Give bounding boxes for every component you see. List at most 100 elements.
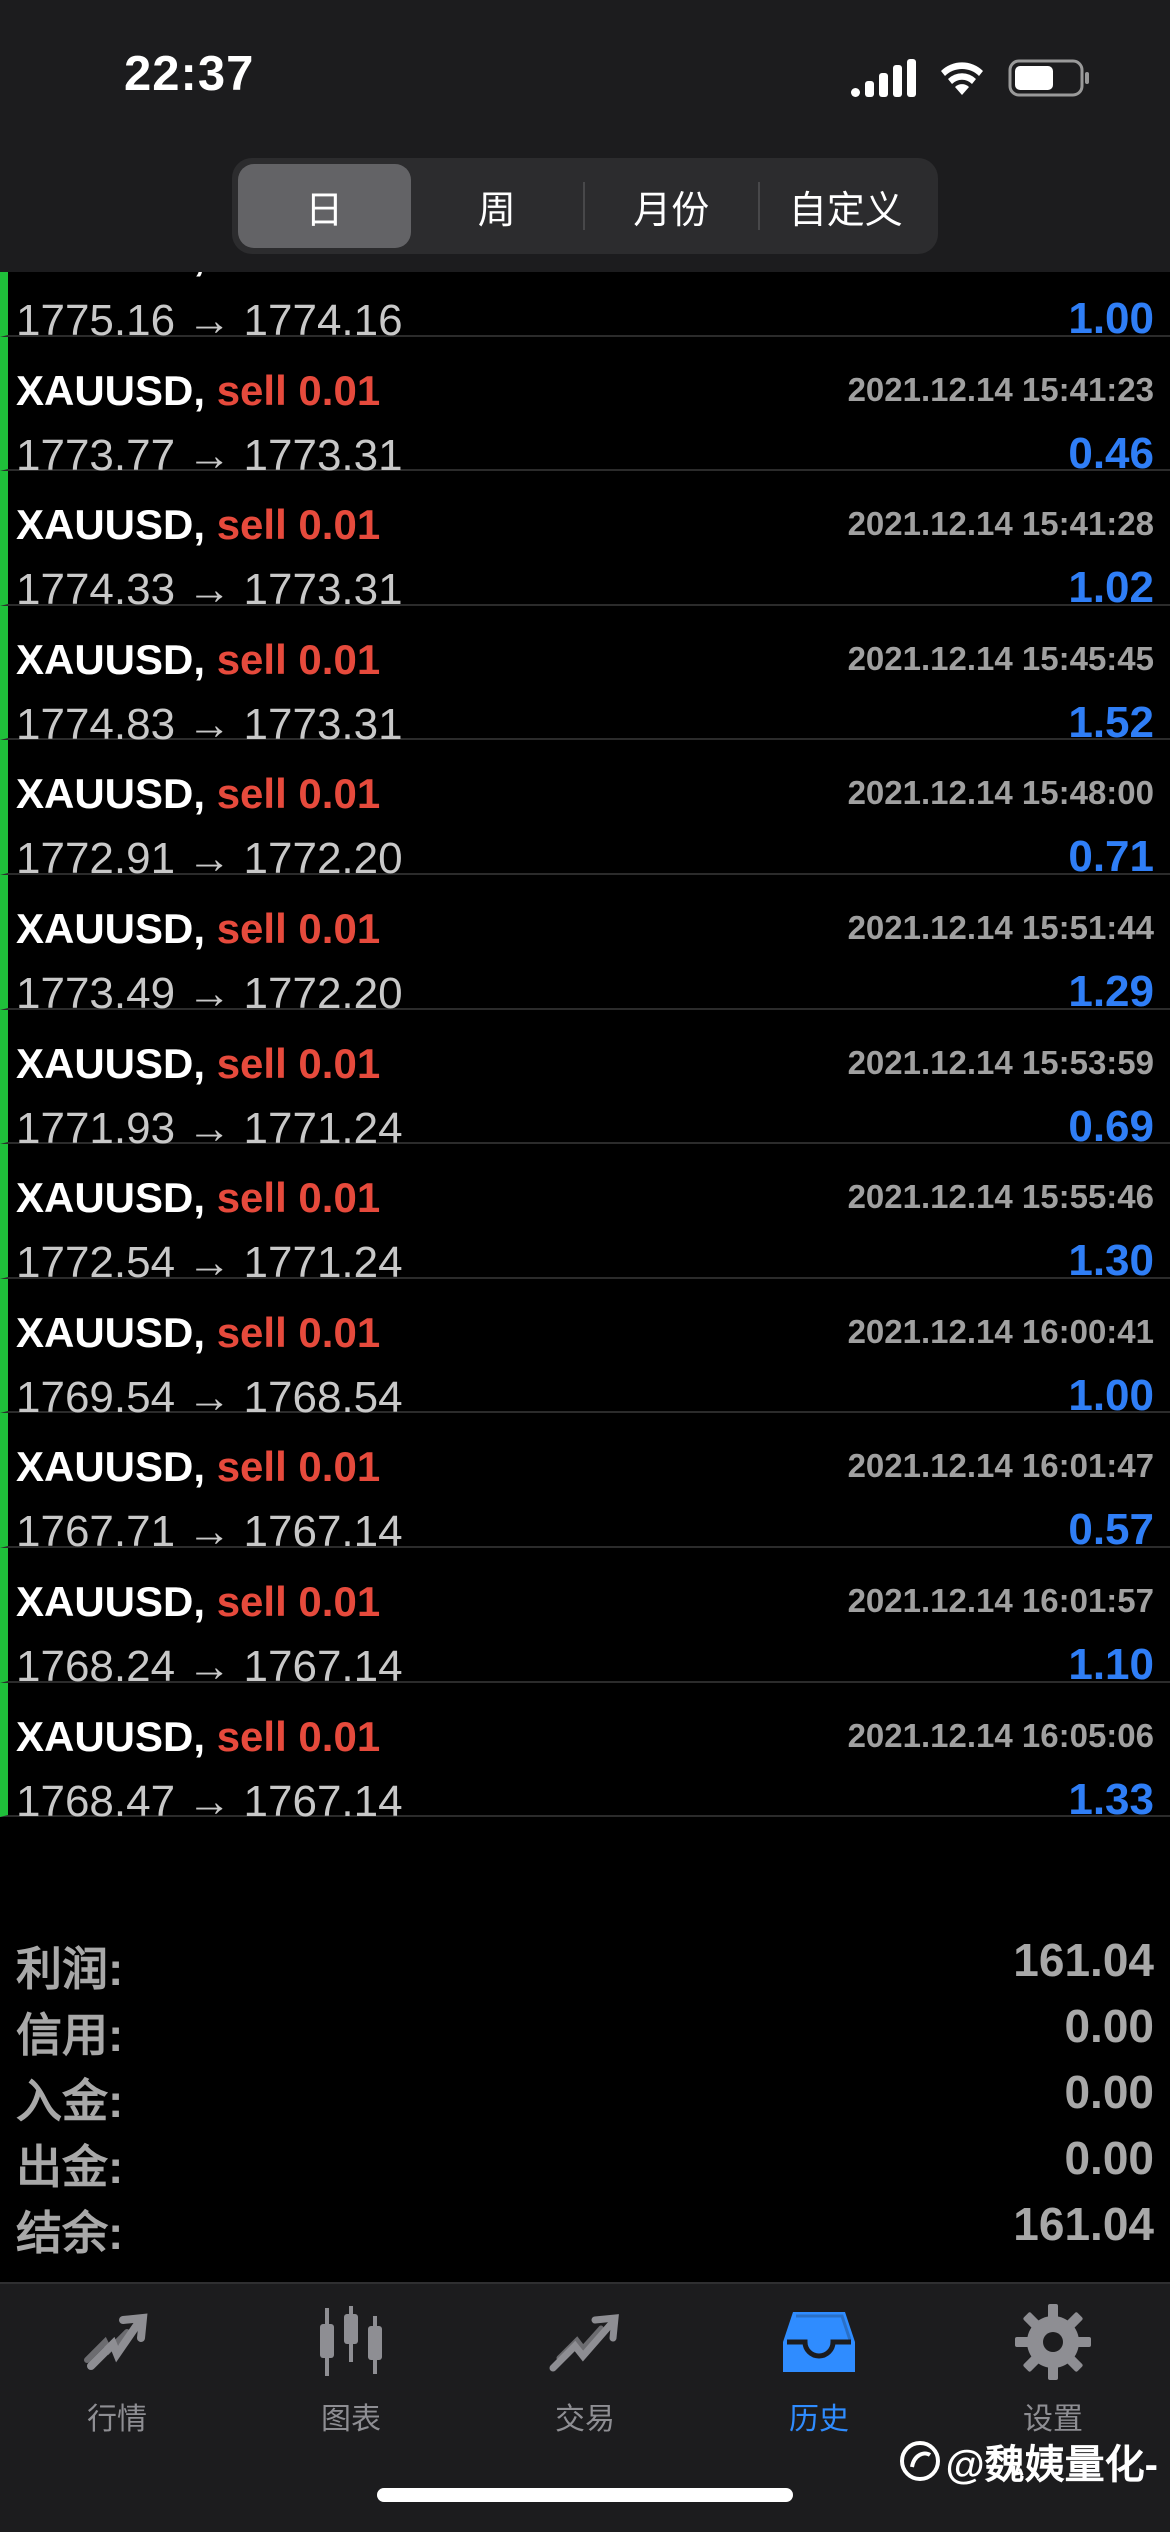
summary-value: 161.04	[1013, 1934, 1154, 1986]
arrow-icon: →	[187, 1776, 232, 1826]
trade-symbol-line: XAUUSD, sell 0.01	[16, 367, 380, 415]
summary-row-balance: 结余: 161.04	[0, 2189, 1170, 2259]
trade-row[interactable]: XAUUSD, sell 0.01 2021.12.14 15:41:23 1773…	[0, 336, 1170, 480]
close-price: 1767.14	[243, 1776, 403, 1826]
trade-symbol: XAUUSD,	[16, 1443, 206, 1491]
trade-row[interactable]: XAUUSD, sell 0.01 2021.12.14 16:01:47 1767…	[0, 1413, 1170, 1556]
summary-label: 结余:	[16, 2207, 124, 2259]
app-screen: XAUUSD, sell 0.012021.12.14 15:40:261775…	[0, 0, 1170, 2532]
trade-time: 2021.12.14 15:41:23	[847, 370, 1154, 408]
trade-symbol-line: XAUUSD, sell 0.01	[16, 1443, 380, 1491]
summary-label: 出金:	[16, 2141, 124, 2193]
trade-row[interactable]: XAUUSD, sell 0.01 2021.12.14 15:41:28 1774…	[0, 471, 1170, 614]
status-icons	[851, 58, 1090, 98]
trade-side-volume: sell 0.01	[216, 366, 381, 414]
trade-time: 2021.12.14 15:55:46	[847, 1178, 1154, 1216]
tab-quotes[interactable]: 行情	[0, 2302, 234, 2452]
status-time: 22:37	[124, 47, 255, 101]
trade-time: 2021.12.14 16:05:06	[847, 1716, 1154, 1754]
period-tab-week[interactable]: 周	[411, 164, 584, 248]
trade-symbol-line: XAUUSD, sell 0.01	[16, 501, 380, 549]
summary-value: 161.04	[1013, 2198, 1154, 2250]
tab-settings[interactable]: 设置	[936, 2302, 1170, 2452]
trade-row[interactable]: XAUUSD, sell 0.01 2021.12.14 15:48:00 1772…	[0, 740, 1170, 883]
trade-time: 2021.12.14 16:01:57	[847, 1581, 1154, 1619]
trade-symbol: XAUUSD,	[16, 1039, 206, 1087]
trade-symbol-line: XAUUSD, sell 0.01	[16, 1309, 380, 1357]
tab-label: 图表	[321, 2403, 381, 2436]
period-tab-month[interactable]: 月份	[585, 164, 758, 248]
trade-side-volume: sell 0.01	[216, 904, 381, 952]
summary-row-credit: 信用: 0.00	[0, 1991, 1170, 2061]
trade-row[interactable]: XAUUSD, sell 0.01 2021.12.14 16:05:06 1768…	[0, 1682, 1170, 1826]
trade-symbol: XAUUSD,	[16, 1577, 206, 1625]
trade-side-volume: sell 0.01	[216, 635, 381, 683]
trade-time: 2021.12.14 15:41:28	[847, 505, 1154, 543]
trade-symbol: XAUUSD,	[16, 366, 206, 414]
quotes-icon	[84, 2313, 148, 2370]
trade-symbol: XAUUSD,	[16, 770, 206, 818]
wifi-icon	[941, 62, 983, 95]
battery-icon	[1008, 59, 1089, 97]
trade-symbol: XAUUSD,	[16, 635, 206, 683]
tab-label: 行情	[87, 2403, 147, 2436]
summary-row-withdrawal: 出金: 0.00	[0, 2123, 1170, 2193]
open-price: 1768.47	[16, 1776, 176, 1826]
trade-row[interactable]: XAUUSD, sell 0.01 2021.12.14 15:53:59 1771…	[0, 1009, 1170, 1153]
chart-icon	[320, 2306, 382, 2376]
trade-time: 2021.12.14 16:01:47	[847, 1447, 1154, 1485]
trade-history-list: XAUUSD, sell 0.012021.12.14 15:40:261775…	[0, 170, 1170, 1826]
weibo-logo-icon	[899, 2441, 940, 2481]
trade-side-volume: sell 0.01	[216, 770, 381, 818]
trade-symbol: XAUUSD,	[16, 1174, 206, 1222]
tab-trade[interactable]: 交易	[468, 2302, 702, 2452]
summary-label: 信用:	[16, 2009, 124, 2061]
trade-time: 2021.12.14 16:00:41	[847, 1312, 1154, 1350]
trade-side-volume: sell 0.01	[216, 1712, 381, 1760]
period-tab-custom[interactable]: 自定义	[760, 164, 933, 248]
top-header: 22:37 日 周 月份 自定义	[0, 0, 1170, 272]
trade-symbol: XAUUSD,	[16, 904, 206, 952]
trade-symbol-line: XAUUSD, sell 0.01	[16, 1578, 380, 1626]
trade-price-line: 1768.47 → 1767.14	[16, 1777, 403, 1827]
tab-history[interactable]: 历史	[702, 2302, 936, 2452]
summary-value: 0.00	[1064, 2132, 1154, 2184]
trade-symbol-line: XAUUSD, sell 0.01	[16, 636, 380, 684]
trade-profit: 1.33	[1068, 1774, 1154, 1824]
summary-label: 利润:	[16, 1943, 124, 1995]
trade-side-volume: sell 0.01	[216, 501, 381, 549]
trade-row[interactable]: XAUUSD, sell 0.01 2021.12.14 15:45:45 1774…	[0, 605, 1170, 749]
trade-side-volume: sell 0.01	[216, 1039, 381, 1087]
trade-row[interactable]: XAUUSD, sell 0.01 2021.12.14 16:01:57 1768…	[0, 1547, 1170, 1691]
watermark: @魏姨量化-	[899, 2432, 1158, 2490]
tab-label: 交易	[555, 2403, 615, 2436]
trade-side-volume: sell 0.01	[216, 1577, 381, 1625]
trade-side-volume: sell 0.01	[216, 1174, 381, 1222]
home-indicator[interactable]	[377, 2488, 793, 2502]
trade-time: 2021.12.14 15:45:45	[847, 639, 1154, 677]
trade-symbol-line: XAUUSD, sell 0.01	[16, 1713, 380, 1761]
account-summary: 利润: 161.04 信用: 0.00 入金: 0.00 出金: 0.00 结余…	[0, 1925, 1170, 2259]
trade-row[interactable]: XAUUSD, sell 0.01 2021.12.14 16:00:41 1769…	[0, 1278, 1170, 1422]
summary-row-deposit: 入金: 0.00	[0, 2057, 1170, 2127]
trade-symbol-line: XAUUSD, sell 0.01	[16, 1174, 380, 1222]
trade-symbol: XAUUSD,	[16, 1712, 206, 1760]
trade-symbol-line: XAUUSD, sell 0.01	[16, 770, 380, 818]
trade-symbol: XAUUSD,	[16, 501, 206, 549]
period-segmented-control: 日 周 月份 自定义	[232, 158, 938, 254]
settings-icon	[1015, 2304, 1091, 2380]
trade-time: 2021.12.14 15:51:44	[847, 908, 1154, 946]
trade-symbol: XAUUSD,	[16, 1308, 206, 1356]
trade-row[interactable]: XAUUSD, sell 0.01 2021.12.14 15:51:44 1773…	[0, 874, 1170, 1018]
trade-row[interactable]: XAUUSD, sell 0.01 2021.12.14 15:55:46 1772…	[0, 1144, 1170, 1287]
tab-chart[interactable]: 图表	[234, 2302, 468, 2452]
period-tab-day[interactable]: 日	[238, 164, 411, 248]
history-icon	[783, 2312, 855, 2372]
trade-side-volume: sell 0.01	[216, 1308, 381, 1356]
trade-symbol-line: XAUUSD, sell 0.01	[16, 1040, 380, 1088]
summary-value: 0.00	[1064, 2000, 1154, 2052]
summary-label: 入金:	[16, 2075, 124, 2127]
trade-symbol-line: XAUUSD, sell 0.01	[16, 905, 380, 953]
watermark-text: @魏姨量化-	[945, 2443, 1158, 2487]
summary-row-profit: 利润: 161.04	[0, 1925, 1170, 1995]
